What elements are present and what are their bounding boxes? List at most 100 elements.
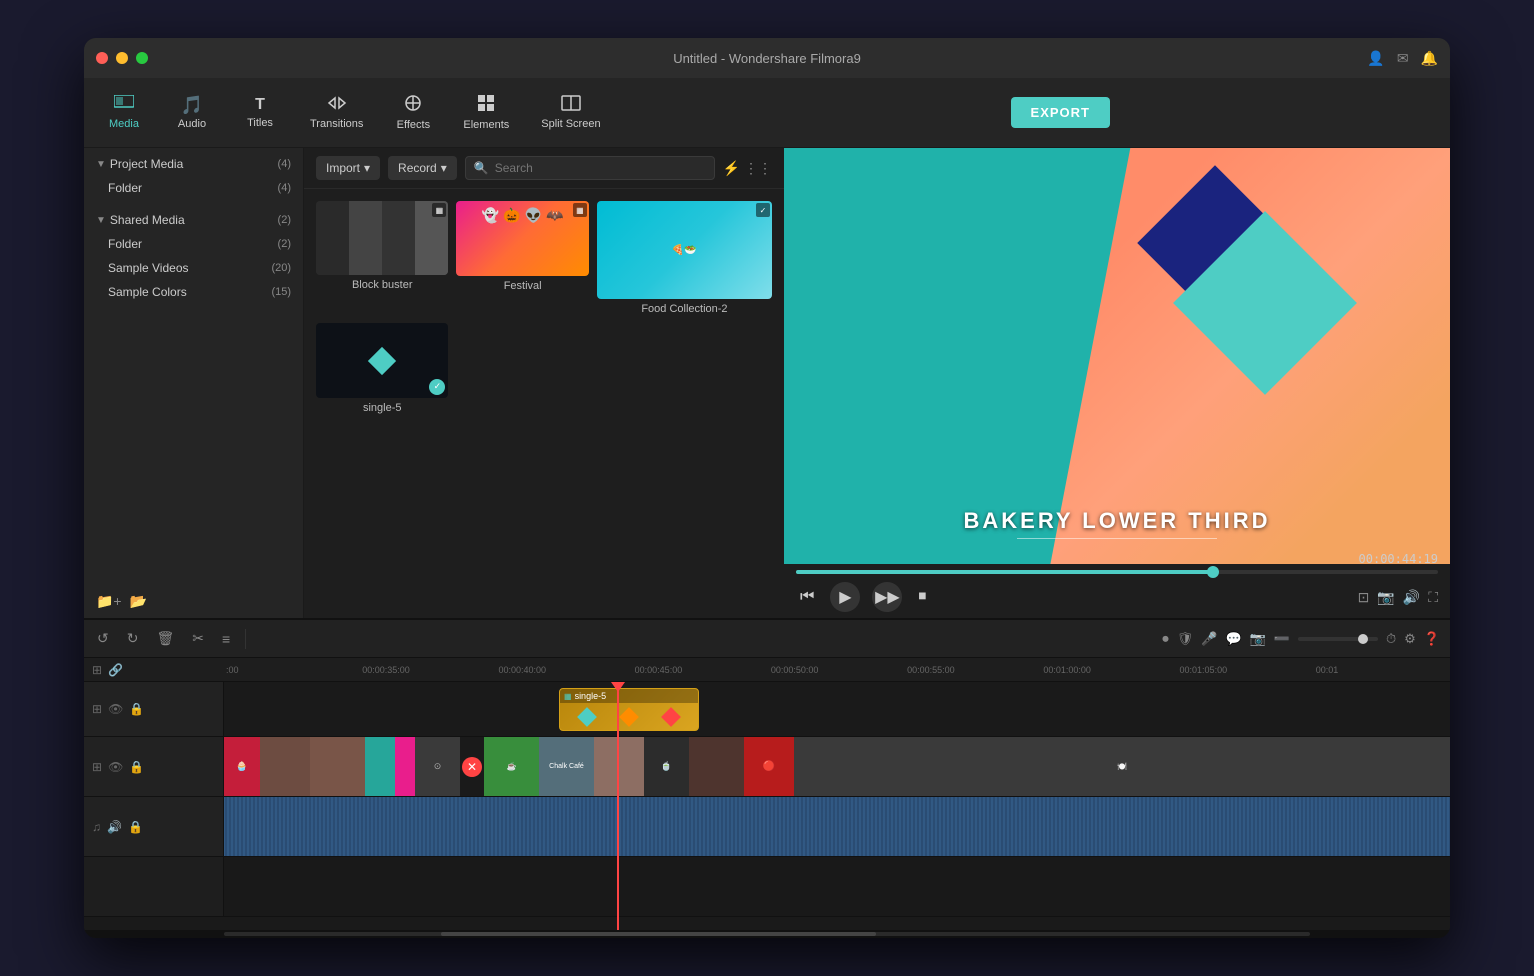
overlay-clip[interactable]: ▦ single-5 xyxy=(559,688,699,731)
audio-volume-icon[interactable]: 🔊 xyxy=(107,820,122,834)
festival-icons: 👻 🎃 👽 🦇 xyxy=(456,201,588,230)
zoom-slider[interactable] xyxy=(1298,637,1378,641)
elements-label: Elements xyxy=(463,119,509,131)
project-folder-count: (4) xyxy=(278,182,291,194)
audio-label: Audio xyxy=(178,118,206,130)
shared-media-label: Shared Media xyxy=(110,213,278,227)
link-icon[interactable]: 🔗 xyxy=(108,663,123,677)
import-chevron-icon: ▾ xyxy=(364,161,370,175)
timeline-ruler-header: ⊞ 🔗 :00 00:00:35:00 00:00:40:00 00:00:45… xyxy=(84,658,1450,682)
media-item-festival[interactable]: 👻 🎃 👽 🦇 ▦ Festival xyxy=(456,201,588,315)
video-lock-icon[interactable]: 🔒 xyxy=(129,760,144,774)
audio-note-icon[interactable]: ♫ xyxy=(92,820,101,834)
record-button[interactable]: Record ▾ xyxy=(388,156,457,180)
audio-track: ♫ 🔊 🔒 xyxy=(84,797,1450,857)
progress-bar[interactable]: 00:00:44:19 xyxy=(796,570,1438,574)
grid-icon[interactable]: ⋮⋮ xyxy=(744,160,772,177)
overlay-eye-icon[interactable]: 👁 xyxy=(108,702,123,716)
festival-thumb: 👻 🎃 👽 🦇 ▦ xyxy=(456,201,588,276)
single5-diamond-shape xyxy=(368,347,396,375)
help-icon[interactable]: ❓ xyxy=(1424,631,1440,647)
export-button[interactable]: EXPORT xyxy=(1011,97,1110,128)
toolbar-item-media[interactable]: Media xyxy=(92,88,156,137)
toolbar-item-titles[interactable]: T Titles xyxy=(228,88,292,137)
waveform-visual xyxy=(224,797,1450,856)
scrollbar-track[interactable] xyxy=(224,932,1310,936)
food-thumb: 🍕🥗 ✓ xyxy=(597,201,772,299)
toolbar-item-effects[interactable]: Effects xyxy=(381,88,445,137)
shared-folder-row[interactable]: Folder (2) xyxy=(84,232,303,256)
overlay-grid-icon[interactable]: ⊞ xyxy=(92,702,102,716)
stop-button[interactable]: ⏹ xyxy=(914,584,930,610)
pip-icon[interactable]: ⊡ xyxy=(1358,589,1370,606)
food-badge: ✓ xyxy=(756,203,770,217)
close-button[interactable] xyxy=(96,52,108,64)
timeline-playhead[interactable] xyxy=(617,682,619,930)
video-track-content: 🧁 ⊙ ✕ ☕ Chalk Café 🍵 🔴 xyxy=(224,737,1450,796)
minus-icon[interactable]: ➖ xyxy=(1274,631,1290,647)
add-item-icon[interactable]: 📂 xyxy=(130,593,147,610)
video-grid-icon[interactable]: ⊞ xyxy=(92,760,102,774)
overlay-lock-icon[interactable]: 🔒 xyxy=(129,702,144,716)
user-icon: 👤 xyxy=(1367,50,1384,67)
undo-button[interactable]: ↺ xyxy=(94,627,112,650)
buster-stripes xyxy=(316,201,448,275)
play-pause-button[interactable]: ▶ xyxy=(830,582,860,612)
shared-folder-count: (2) xyxy=(278,238,291,250)
search-input[interactable] xyxy=(495,161,706,175)
play-forward-button[interactable]: ▶▶ xyxy=(872,582,902,612)
progress-thumb xyxy=(1207,566,1219,578)
add-folder-icon[interactable]: 📁+ xyxy=(96,593,122,610)
shared-media-row[interactable]: ▼ Shared Media (2) xyxy=(84,208,303,232)
settings-tl-icon[interactable]: ⚙ xyxy=(1404,631,1416,647)
shared-folder-label: Folder xyxy=(108,237,278,251)
volume-icon[interactable]: 🔊 xyxy=(1403,589,1420,606)
audio-track-content xyxy=(224,797,1450,856)
toolbar-separator xyxy=(245,629,246,649)
media-item-single5[interactable]: ✓ single-5 xyxy=(316,323,448,413)
caption-icon[interactable]: 💬 xyxy=(1225,631,1241,647)
rewind-button[interactable]: ⏮ xyxy=(796,584,818,610)
project-media-row[interactable]: ▼ Project Media (4) xyxy=(84,152,303,176)
snapshot-icon[interactable]: 📷 xyxy=(1377,589,1394,606)
ruler-mark-0: :00 xyxy=(224,665,360,675)
festival-label: Festival xyxy=(456,280,588,292)
sample-colors-row[interactable]: Sample Colors (15) xyxy=(84,280,303,304)
video-eye-icon[interactable]: 👁 xyxy=(108,760,123,774)
single5-label: single-5 xyxy=(316,402,448,414)
media-item-blockbuster[interactable]: ▦ Block buster xyxy=(316,201,448,315)
delete-button[interactable]: 🗑 xyxy=(153,627,177,650)
audio-lock-icon[interactable]: 🔒 xyxy=(128,820,143,834)
shared-media-count: (2) xyxy=(278,214,291,226)
cut-button[interactable]: ✂ xyxy=(189,627,207,650)
filter-icon[interactable]: ⚡ xyxy=(723,160,740,177)
media-item-food[interactable]: 🍕🥗 ✓ Food Collection-2 xyxy=(597,201,772,315)
maximize-button[interactable] xyxy=(136,52,148,64)
clip-name: single-5 xyxy=(575,691,607,701)
toolbar-item-audio[interactable]: 🎵 Audio xyxy=(160,88,224,137)
media-view-icons: ⚡ ⋮⋮ xyxy=(723,160,772,177)
fullscreen-icon[interactable]: ⛶ xyxy=(1428,589,1438,606)
empty-track-controls xyxy=(84,857,224,916)
record-tl-icon[interactable]: ⏺ xyxy=(1162,631,1169,647)
plus-icon[interactable]: ⏱ xyxy=(1386,631,1396,647)
blockbuster-badge: ▦ xyxy=(432,203,446,217)
minimize-button[interactable] xyxy=(116,52,128,64)
project-folder-row[interactable]: Folder (4) xyxy=(84,176,303,200)
shield-icon[interactable]: 🛡 xyxy=(1177,631,1194,647)
toolbar-item-transitions[interactable]: Transitions xyxy=(296,88,377,137)
effects-icon xyxy=(404,94,422,115)
snap-icon[interactable]: ⊞ xyxy=(92,663,102,677)
mic-icon[interactable]: 🎤 xyxy=(1201,631,1217,647)
project-folder-label: Folder xyxy=(108,181,278,195)
transitions-icon xyxy=(327,95,347,114)
strip-coffee2 xyxy=(689,737,744,796)
import-button[interactable]: Import ▾ xyxy=(316,156,380,180)
toolbar-item-elements[interactable]: Elements xyxy=(449,88,523,137)
toolbar-item-splitscreen[interactable]: Split Screen xyxy=(527,88,614,137)
sample-videos-row[interactable]: Sample Videos (20) xyxy=(84,256,303,280)
media-tl-icon[interactable]: 📷 xyxy=(1250,631,1266,647)
align-button[interactable]: ≡ xyxy=(219,628,233,650)
redo-button[interactable]: ↻ xyxy=(124,627,142,650)
elements-icon xyxy=(477,94,495,115)
